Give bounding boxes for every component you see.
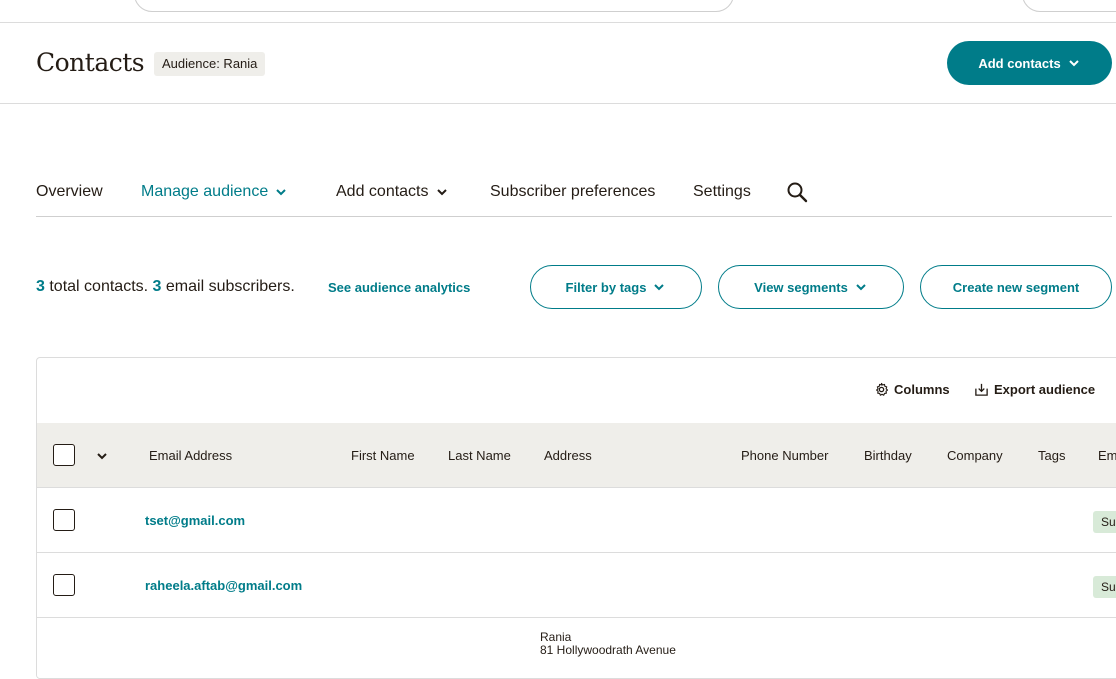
tab-label: Add contacts	[336, 183, 429, 200]
tab-manage-audience[interactable]: Manage audience	[141, 183, 288, 201]
create-segment-label: Create new segment	[952, 279, 1080, 295]
column-header-phone[interactable]: Phone Number	[741, 448, 828, 463]
email-subscribers-count: 3	[152, 278, 162, 295]
gear-icon	[876, 382, 889, 396]
chevron-down-icon	[1068, 60, 1079, 67]
view-segments-label: View segments	[754, 279, 848, 295]
filter-by-tags-button[interactable]: Filter by tags	[530, 265, 702, 309]
audience-analytics-link[interactable]: See audience analytics	[328, 280, 470, 295]
add-contacts-button[interactable]: Add contacts	[947, 41, 1112, 85]
view-segments-button[interactable]: View segments	[718, 265, 904, 309]
column-header-address[interactable]: Address	[544, 448, 592, 463]
audience-badge: Audience: Rania	[154, 52, 266, 76]
address-line: 81 Hollywoodrath Avenue	[540, 643, 676, 657]
table-header-row: Email Address First Name Last Name Addre…	[37, 423, 1116, 488]
column-header-birthday[interactable]: Birthday	[864, 448, 912, 463]
tab-label: Manage audience	[141, 183, 269, 200]
columns-label: Columns	[894, 382, 950, 397]
tab-subscriber-preferences[interactable]: Subscriber preferences	[490, 183, 655, 201]
row-checkbox[interactable]	[53, 509, 75, 531]
table-row: Rania 81 Hollywoodrath Avenue	[37, 618, 1116, 678]
column-header-tags[interactable]: Tags	[1038, 448, 1065, 463]
tab-settings[interactable]: Settings	[693, 183, 751, 201]
column-header-email-marketing[interactable]: Em	[1098, 448, 1116, 463]
columns-button[interactable]: Columns	[874, 382, 950, 397]
create-segment-button[interactable]: Create new segment	[920, 265, 1112, 309]
contact-email-link[interactable]: raheela.aftab@gmail.com	[145, 578, 302, 593]
chevron-down-icon	[436, 189, 447, 196]
select-all-checkbox[interactable]	[53, 444, 75, 466]
column-header-first-name[interactable]: First Name	[351, 448, 415, 463]
contact-address: Rania 81 Hollywoodrath Avenue	[540, 631, 676, 657]
row-checkbox[interactable]	[53, 574, 75, 596]
chevron-down-icon	[654, 284, 665, 291]
table-row: tset@gmail.com Su	[37, 488, 1116, 553]
global-search-input[interactable]	[134, 0, 734, 12]
email-subscribers-text: email subscribers.	[165, 278, 295, 295]
status-badge: Su	[1093, 511, 1116, 533]
download-icon	[975, 383, 988, 396]
tab-overview[interactable]: Overview	[36, 183, 103, 201]
account-menu-button[interactable]	[1022, 0, 1116, 12]
audience-tabs: Overview Manage audience Add contacts Su…	[36, 172, 1112, 217]
tab-label: Subscriber preferences	[490, 183, 656, 200]
contacts-table: Columns Export audience Email Address Fi…	[36, 357, 1116, 679]
column-header-company[interactable]: Company	[947, 448, 1003, 463]
total-contacts-count: 3	[36, 278, 45, 295]
tab-label: Overview	[36, 183, 103, 200]
chevron-down-icon	[276, 189, 286, 196]
tab-label: Settings	[693, 183, 751, 200]
contact-email-link[interactable]: tset@gmail.com	[145, 513, 245, 528]
page-header: Contacts Audience: Rania Add contacts	[0, 23, 1116, 104]
status-badge: Su	[1093, 576, 1116, 598]
chevron-down-icon	[856, 284, 866, 291]
export-audience-label: Export audience	[994, 382, 1096, 397]
table-toolbar: Columns Export audience	[37, 358, 1116, 424]
column-header-last-name[interactable]: Last Name	[448, 448, 511, 463]
add-contacts-button-label: Add contacts	[978, 55, 1061, 71]
chevron-down-icon[interactable]	[95, 449, 109, 463]
total-contacts-text: total contacts.	[49, 278, 149, 295]
table-row: raheela.aftab@gmail.com Su	[37, 553, 1116, 618]
page-title: Contacts	[36, 48, 145, 77]
column-header-email[interactable]: Email Address	[149, 448, 232, 463]
search-icon[interactable]	[786, 181, 808, 203]
filter-by-tags-label: Filter by tags	[565, 279, 647, 295]
export-audience-button[interactable]: Export audience	[974, 382, 1095, 397]
tab-add-contacts[interactable]: Add contacts	[336, 183, 449, 201]
top-navigation-bar	[0, 0, 1116, 23]
contacts-summary: 3 total contacts. 3 email subscribers.	[36, 278, 295, 296]
